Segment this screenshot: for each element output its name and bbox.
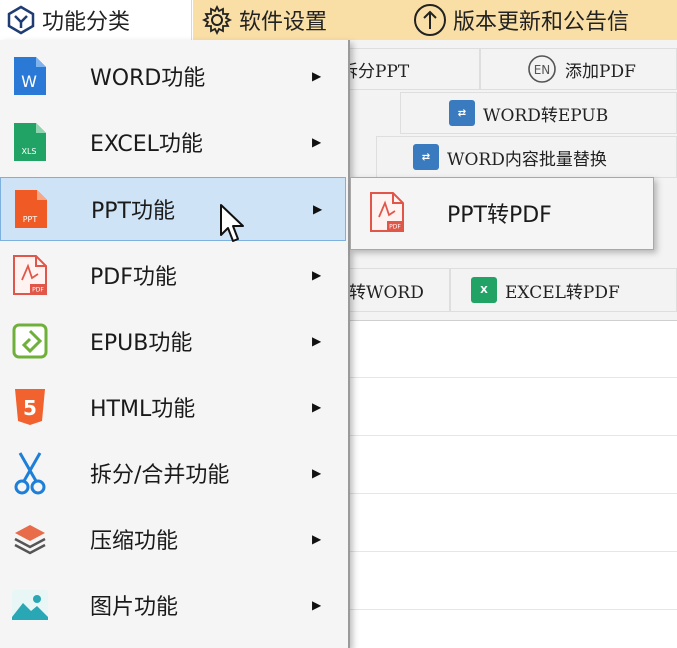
- grid-divider: [350, 377, 677, 378]
- menu-item-html[interactable]: 5 HTML功能 ▶: [0, 375, 346, 439]
- word-batch-replace-button[interactable]: ⇄ WORD内容批量替换: [376, 136, 677, 178]
- pdf-file-icon: PDF: [369, 191, 409, 235]
- function-category-dropdown: W WORD功能 ▶ XLS EXCEL功能 ▶ PPT PPT功能 ▶ PDF…: [0, 40, 350, 648]
- menu-item-split-merge[interactable]: 拆分/合并功能 ▶: [0, 441, 346, 505]
- word-file-icon: W: [10, 54, 50, 98]
- submenu-arrow-icon: ▶: [312, 532, 322, 546]
- menu-item-pdf[interactable]: PDF PDF功能 ▶: [0, 243, 346, 307]
- submenu-arrow-icon: ▶: [312, 69, 322, 83]
- convert-icon: ⇄: [449, 100, 475, 126]
- excel-icon: X: [471, 277, 497, 303]
- epub-icon: [10, 319, 50, 363]
- menu-function-category-label: 功能分类: [42, 10, 131, 35]
- svg-text:5: 5: [23, 396, 37, 420]
- svg-text:PDF: PDF: [32, 287, 44, 294]
- excel-file-icon: XLS: [10, 120, 50, 164]
- excel-to-pdf-label: EXCEL转PDF: [505, 282, 620, 303]
- svg-text:XLS: XLS: [21, 147, 36, 156]
- submenu-arrow-icon: ▶: [312, 135, 322, 149]
- submenu-item-ppt-to-pdf[interactable]: PDF PPT转PDF: [355, 182, 649, 244]
- submenu-arrow-icon: ▶: [313, 202, 323, 216]
- grid-divider: [350, 551, 677, 552]
- menu-item-word-label: WORD功能: [90, 66, 206, 91]
- menu-version-update[interactable]: 版本更新和公告信: [403, 0, 677, 40]
- grid-divider: [350, 493, 677, 494]
- menu-software-settings[interactable]: 软件设置: [193, 0, 403, 40]
- submenu-arrow-icon: ▶: [312, 334, 322, 348]
- menu-item-pdf-label: PDF功能: [90, 265, 177, 290]
- menu-item-image-label: 图片功能: [90, 595, 179, 620]
- menu-item-word[interactable]: W WORD功能 ▶: [0, 44, 346, 108]
- arrow-up-circle-icon: [413, 3, 447, 37]
- excel-to-pdf-button[interactable]: X EXCEL转PDF: [450, 268, 677, 312]
- menu-item-ppt[interactable]: PPT PPT功能 ▶: [0, 177, 346, 241]
- menu-item-html-label: HTML功能: [90, 397, 196, 422]
- menu-item-epub-label: EPUB功能: [90, 331, 193, 356]
- menu-item-image[interactable]: 图片功能 ▶: [0, 573, 346, 637]
- gear-icon: [201, 4, 233, 36]
- app-logo-icon: [6, 5, 36, 35]
- add-pdf-button[interactable]: EN 添加PDF: [480, 48, 677, 90]
- svg-text:EN: EN: [534, 63, 551, 77]
- menubar: 功能分类 软件设置 版本更新和公告信: [0, 0, 677, 40]
- add-pdf-label: 添加PDF: [565, 61, 636, 82]
- en-circle-icon: EN: [527, 54, 557, 84]
- menu-software-settings-label: 软件设置: [239, 10, 328, 35]
- menu-item-compress-label: 压缩功能: [90, 529, 179, 554]
- submenu-arrow-icon: ▶: [312, 400, 322, 414]
- menu-item-split-merge-label: 拆分/合并功能: [90, 463, 230, 488]
- menu-function-category[interactable]: 功能分类: [0, 0, 192, 40]
- layers-icon: [10, 517, 50, 561]
- word-batch-replace-label: WORD内容批量替换: [447, 149, 607, 170]
- grid-divider: [350, 435, 677, 436]
- submenu-arrow-icon: ▶: [312, 268, 322, 282]
- menu-version-update-label: 版本更新和公告信: [453, 10, 630, 35]
- image-icon: [10, 583, 50, 627]
- html5-icon: 5: [10, 385, 50, 429]
- ppt-submenu: PDF PPT转PDF: [350, 177, 654, 250]
- grid-divider: [350, 609, 677, 610]
- svg-text:PDF: PDF: [389, 224, 401, 231]
- convert-icon: ⇄: [413, 144, 439, 170]
- menu-item-excel-label: EXCEL功能: [90, 132, 203, 157]
- submenu-item-ppt-to-pdf-label: PPT转PDF: [447, 203, 552, 228]
- menu-item-ppt-label: PPT功能: [91, 199, 175, 224]
- split-ppt-label: 拆分PPT: [341, 61, 410, 82]
- menu-item-epub[interactable]: EPUB功能 ▶: [0, 309, 346, 373]
- to-word-label: 转WORD: [349, 282, 424, 303]
- svg-text:W: W: [21, 72, 37, 91]
- split-ppt-button[interactable]: 拆分PPT: [330, 48, 480, 90]
- submenu-arrow-icon: ▶: [312, 598, 322, 612]
- mouse-cursor-icon: [219, 203, 247, 245]
- ppt-file-icon: PPT: [11, 187, 51, 231]
- menu-item-excel[interactable]: XLS EXCEL功能 ▶: [0, 110, 346, 174]
- word-to-epub-label: WORD转EPUB: [483, 105, 609, 126]
- menu-item-compress[interactable]: 压缩功能 ▶: [0, 507, 346, 571]
- scissors-icon: [10, 451, 50, 495]
- svg-text:PPT: PPT: [23, 215, 38, 224]
- submenu-arrow-icon: ▶: [312, 466, 322, 480]
- pdf-file-icon: PDF: [10, 253, 50, 297]
- word-to-epub-button[interactable]: ⇄ WORD转EPUB: [400, 92, 677, 134]
